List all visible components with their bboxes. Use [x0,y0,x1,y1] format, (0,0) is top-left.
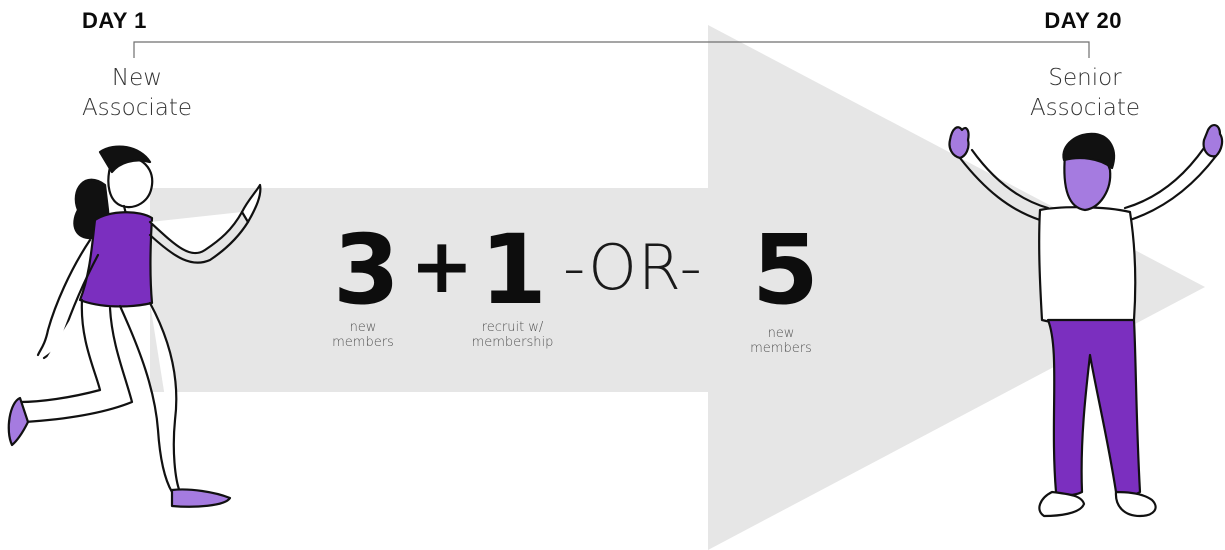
start-role: New Associate [62,63,212,123]
running-woman-illustration [7,145,262,508]
formula-plus: + [410,221,474,310]
front-shoe [170,488,232,508]
start-role-line1: New [111,65,163,91]
day-end-label: DAY 20 [1044,8,1122,33]
end-role-line2: Associate [1029,95,1141,121]
celebrating-man-illustration [948,124,1224,518]
hand [240,183,262,224]
formula-third-number: 5 [752,214,819,326]
formula-first-caption-line1: new [349,320,377,335]
formula-second-number: 1 [480,214,547,326]
left-hand [948,126,970,160]
right-shoe [1114,490,1157,518]
formula-first-caption-line2: members [332,335,394,350]
formula-first-caption: new members [318,320,408,350]
formula-second-caption-line2: membership [471,335,554,350]
front-leg [148,301,182,494]
end-role-line1: Senior [1048,65,1122,91]
formula-second-caption-line1: recruit w/ [481,320,544,335]
shirt [1038,206,1137,326]
formula-second-caption: recruit w/ membership [455,320,570,350]
formula-or: -OR- [563,231,703,304]
start-role-line2: Associate [81,95,193,121]
end-role: Senior Associate [1010,63,1160,123]
formula-first-number: 3 [333,214,400,326]
formula-third-caption-line1: new [767,326,795,341]
back-leg [18,298,102,404]
back-shoe [7,396,30,447]
formula-third-caption-line2: members [750,341,812,356]
right-hand [1202,124,1224,158]
formula-third-caption: new members [736,326,826,356]
timeline-line [133,41,1090,58]
day-start-label: DAY 1 [82,8,147,33]
pants [1046,318,1142,497]
left-shoe [1038,490,1086,518]
